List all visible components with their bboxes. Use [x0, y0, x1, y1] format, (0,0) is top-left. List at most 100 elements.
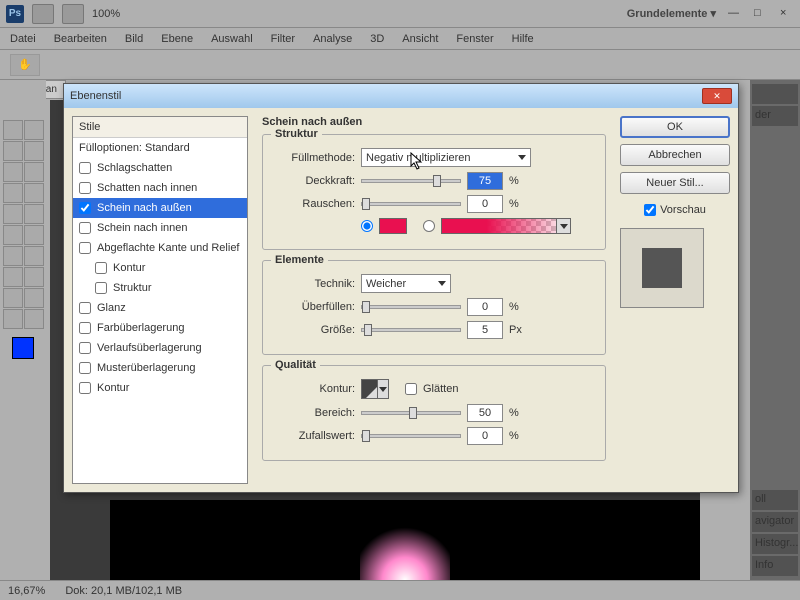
style-item[interactable]: Kontur	[73, 378, 247, 398]
style-checkbox[interactable]	[79, 342, 91, 354]
tool-move[interactable]	[3, 120, 23, 140]
ps-logo-icon: Ps	[6, 5, 24, 23]
dock-tab[interactable]	[752, 84, 798, 104]
bridge-button[interactable]	[32, 4, 54, 24]
tool-eyedropper[interactable]	[24, 162, 44, 182]
menu-3d[interactable]: 3D	[370, 33, 384, 45]
styles-header[interactable]: Stile	[73, 117, 247, 138]
contour-picker[interactable]	[361, 379, 389, 399]
menu-bild[interactable]: Bild	[125, 33, 143, 45]
style-item[interactable]: Schlagschatten	[73, 158, 247, 178]
ok-button[interactable]: OK	[620, 116, 730, 138]
blend-mode-dropdown[interactable]: Negativ multiplizieren	[361, 148, 531, 167]
size-input[interactable]	[467, 321, 503, 339]
new-style-button[interactable]: Neuer Stil...	[620, 172, 730, 194]
tool-blur[interactable]	[3, 246, 23, 266]
style-item[interactable]: Struktur	[73, 278, 247, 298]
hand-tool-icon[interactable]: ✋	[10, 54, 40, 76]
size-slider[interactable]	[361, 328, 461, 332]
tool-gradient[interactable]	[24, 225, 44, 245]
style-checkbox[interactable]	[79, 162, 91, 174]
tool-crop[interactable]	[3, 162, 23, 182]
color-radio[interactable]	[361, 220, 373, 232]
menu-filter[interactable]: Filter	[271, 33, 295, 45]
header-zoom[interactable]: 100%	[92, 8, 120, 20]
style-item[interactable]: Musterüberlagerung	[73, 358, 247, 378]
tool-hand[interactable]	[24, 309, 44, 329]
style-item[interactable]: Glanz	[73, 298, 247, 318]
style-item[interactable]: Kontur	[73, 258, 247, 278]
jitter-input[interactable]	[467, 427, 503, 445]
cancel-button[interactable]: Abbrechen	[620, 144, 730, 166]
style-checkbox[interactable]	[79, 222, 91, 234]
jitter-slider[interactable]	[361, 434, 461, 438]
style-item[interactable]: Schein nach innen	[73, 218, 247, 238]
style-checkbox[interactable]	[79, 182, 91, 194]
close-icon[interactable]: ×	[780, 7, 794, 21]
noise-slider[interactable]	[361, 202, 461, 206]
style-checkbox[interactable]	[79, 382, 91, 394]
tool-eraser[interactable]	[3, 225, 23, 245]
layout-button[interactable]	[62, 4, 84, 24]
spread-slider[interactable]	[361, 305, 461, 309]
menu-bearbeiten[interactable]: Bearbeiten	[54, 33, 107, 45]
glow-color-swatch[interactable]	[379, 218, 407, 234]
minimize-icon[interactable]: —	[728, 7, 742, 21]
gradient-picker[interactable]	[441, 218, 571, 234]
menu-fenster[interactable]: Fenster	[456, 33, 493, 45]
spread-input[interactable]	[467, 298, 503, 316]
range-input[interactable]	[467, 404, 503, 422]
style-item[interactable]: Verlaufsüberlagerung	[73, 338, 247, 358]
dock-tab[interactable]: der	[752, 106, 798, 126]
tool-path[interactable]	[3, 288, 23, 308]
tool-history[interactable]	[24, 204, 44, 224]
dock-navigator[interactable]: avigator	[752, 512, 798, 532]
tool-stamp[interactable]	[3, 204, 23, 224]
tool-heal[interactable]	[3, 183, 23, 203]
tool-text[interactable]	[24, 267, 44, 287]
opacity-input[interactable]	[467, 172, 503, 190]
tool-lasso[interactable]	[3, 141, 23, 161]
range-slider[interactable]	[361, 411, 461, 415]
maximize-icon[interactable]: □	[754, 7, 768, 21]
tool-dodge[interactable]	[24, 246, 44, 266]
fill-options[interactable]: Fülloptionen: Standard	[73, 138, 247, 158]
style-checkbox[interactable]	[79, 202, 91, 214]
noise-input[interactable]	[467, 195, 503, 213]
tool-wand[interactable]	[24, 141, 44, 161]
technique-dropdown[interactable]: Weicher	[361, 274, 451, 293]
dock-info[interactable]: Info	[752, 556, 798, 576]
style-checkbox[interactable]	[95, 262, 107, 274]
tool-marquee[interactable]	[24, 120, 44, 140]
menu-ansicht[interactable]: Ansicht	[402, 33, 438, 45]
dock-histogram[interactable]: Histogr...	[752, 534, 798, 554]
status-zoom[interactable]: 16,67%	[8, 585, 45, 597]
preview-checkbox[interactable]	[644, 204, 656, 216]
style-checkbox[interactable]	[79, 302, 91, 314]
opacity-slider[interactable]	[361, 179, 461, 183]
style-item[interactable]: Abgeflachte Kante und Relief	[73, 238, 247, 258]
tool-shape[interactable]	[24, 288, 44, 308]
dialog-close-button[interactable]: ✕	[702, 88, 732, 104]
menu-datei[interactable]: Datei	[10, 33, 36, 45]
tool-3d[interactable]	[3, 309, 23, 329]
menu-ebene[interactable]: Ebene	[161, 33, 193, 45]
tool-pen[interactable]	[3, 267, 23, 287]
gradient-radio[interactable]	[423, 220, 435, 232]
antialias-checkbox[interactable]	[405, 383, 417, 395]
style-checkbox[interactable]	[79, 362, 91, 374]
tool-brush[interactable]	[24, 183, 44, 203]
style-checkbox[interactable]	[95, 282, 107, 294]
menu-analyse[interactable]: Analyse	[313, 33, 352, 45]
dialog-titlebar[interactable]: Ebenenstil ✕	[64, 84, 738, 108]
workspace-switcher[interactable]: Grundelemente ▾	[627, 7, 716, 20]
menu-auswahl[interactable]: Auswahl	[211, 33, 253, 45]
style-checkbox[interactable]	[79, 242, 91, 254]
style-item[interactable]: Schatten nach innen	[73, 178, 247, 198]
style-checkbox[interactable]	[79, 322, 91, 334]
style-item[interactable]: Schein nach außen	[73, 198, 247, 218]
dock-tab[interactable]: oll	[752, 490, 798, 510]
menu-hilfe[interactable]: Hilfe	[512, 33, 534, 45]
foreground-color[interactable]	[12, 337, 34, 359]
style-item[interactable]: Farbüberlagerung	[73, 318, 247, 338]
